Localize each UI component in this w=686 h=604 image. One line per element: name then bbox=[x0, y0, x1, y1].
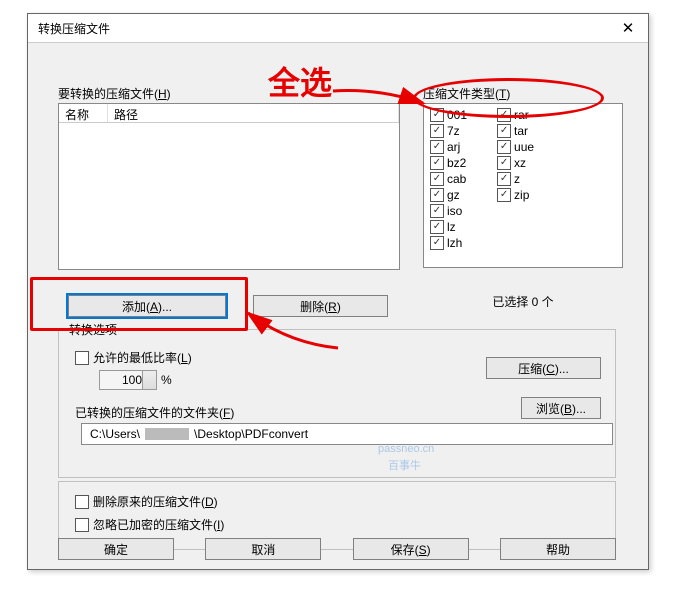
type-col-right: rar tar uue xz z zip bbox=[497, 108, 534, 252]
checkbox-icon[interactable] bbox=[430, 220, 444, 234]
type-label: 7z bbox=[447, 124, 460, 138]
checkbox-icon[interactable] bbox=[430, 172, 444, 186]
save-button[interactable]: 保存(S) bbox=[353, 538, 469, 560]
file-list-header: 名称 路径 bbox=[59, 104, 399, 123]
options-group: 转换选项 允许的最低比率(L) 100 % 已转换的压缩文件的文件夹(F) C:… bbox=[58, 329, 616, 478]
delete-button[interactable]: 删除(R) bbox=[253, 295, 388, 317]
type-001[interactable]: 001 bbox=[430, 108, 467, 122]
bottom-button-row: 确定 取消 保存(S) 帮助 bbox=[58, 538, 616, 560]
type-label: lzh bbox=[447, 236, 462, 250]
checkbox-icon[interactable] bbox=[430, 188, 444, 202]
checkbox-icon[interactable] bbox=[430, 140, 444, 154]
type-label: rar bbox=[514, 108, 529, 122]
file-list[interactable]: 名称 路径 bbox=[58, 103, 400, 270]
type-label: xz bbox=[514, 156, 526, 170]
type-lz[interactable]: lz bbox=[430, 220, 467, 234]
help-button[interactable]: 帮助 bbox=[500, 538, 616, 560]
type-tar[interactable]: tar bbox=[497, 124, 534, 138]
close-button[interactable]: ✕ bbox=[608, 14, 648, 42]
ignore-encrypted-checkbox[interactable] bbox=[75, 518, 89, 532]
col-path[interactable]: 路径 bbox=[108, 104, 399, 122]
type-z[interactable]: z bbox=[497, 172, 534, 186]
checkbox-icon[interactable] bbox=[497, 140, 511, 154]
titlebar: 转换压缩文件 ✕ bbox=[28, 14, 648, 43]
type-xz[interactable]: xz bbox=[497, 156, 534, 170]
ratio-checkbox[interactable] bbox=[75, 351, 89, 365]
type-gz[interactable]: gz bbox=[430, 188, 467, 202]
checkbox-icon[interactable] bbox=[497, 172, 511, 186]
checkbox-icon[interactable] bbox=[430, 204, 444, 218]
type-label: gz bbox=[447, 188, 460, 202]
type-zip[interactable]: zip bbox=[497, 188, 534, 202]
type-label: arj bbox=[447, 140, 460, 154]
type-label: 001 bbox=[447, 108, 467, 122]
type-label: bz2 bbox=[447, 156, 466, 170]
ok-button[interactable]: 确定 bbox=[58, 538, 174, 560]
files-label: 要转换的压缩文件(H) bbox=[58, 85, 171, 102]
checkbox-icon[interactable] bbox=[430, 156, 444, 170]
ratio-label: 允许的最低比率(L) bbox=[93, 349, 192, 366]
type-label: zip bbox=[514, 188, 529, 202]
checkbox-icon[interactable] bbox=[497, 124, 511, 138]
compress-button[interactable]: 压缩(C)... bbox=[486, 357, 601, 379]
ratio-value[interactable]: 100 bbox=[99, 370, 157, 390]
redacted-user bbox=[145, 428, 189, 440]
type-7z[interactable]: 7z bbox=[430, 124, 467, 138]
type-label: iso bbox=[447, 204, 462, 218]
browse-button[interactable]: 浏览(B)... bbox=[521, 397, 601, 419]
type-list[interactable]: 001 7z arj bz2 cab gz iso lz lzh rar tar uue xz z zip bbox=[423, 103, 623, 268]
type-arj[interactable]: arj bbox=[430, 140, 467, 154]
type-rar[interactable]: rar bbox=[497, 108, 534, 122]
ignore-encrypted-label: 忽略已加密的压缩文件(I) bbox=[93, 516, 224, 533]
ratio-percent: % bbox=[161, 373, 172, 387]
type-col-left: 001 7z arj bz2 cab gz iso lz lzh bbox=[430, 108, 467, 252]
type-lzh[interactable]: lzh bbox=[430, 236, 467, 250]
type-cab[interactable]: cab bbox=[430, 172, 467, 186]
checkbox-icon[interactable] bbox=[430, 108, 444, 122]
options-group-title: 转换选项 bbox=[65, 321, 121, 338]
add-button[interactable]: 添加(A)... bbox=[68, 295, 226, 317]
dialog-window: 转换压缩文件 ✕ 要转换的压缩文件(H) 名称 路径 压缩文件类型(T) 001… bbox=[27, 13, 649, 570]
close-icon: ✕ bbox=[622, 19, 635, 37]
annotation-select-all: 全选 bbox=[268, 58, 332, 104]
dialog-body: 要转换的压缩文件(H) 名称 路径 压缩文件类型(T) 001 7z arj bz2 c… bbox=[28, 43, 648, 570]
type-label: lz bbox=[447, 220, 456, 234]
type-label: cab bbox=[447, 172, 466, 186]
delete-original-label: 删除原来的压缩文件(D) bbox=[93, 493, 218, 510]
cancel-button[interactable]: 取消 bbox=[205, 538, 321, 560]
checkbox-icon[interactable] bbox=[497, 108, 511, 122]
type-label: z bbox=[514, 172, 520, 186]
type-label: uue bbox=[514, 140, 534, 154]
checkbox-icon[interactable] bbox=[497, 156, 511, 170]
type-uue[interactable]: uue bbox=[497, 140, 534, 154]
types-label: 压缩文件类型(T) bbox=[423, 85, 510, 102]
type-iso[interactable]: iso bbox=[430, 204, 467, 218]
dialog-title: 转换压缩文件 bbox=[38, 20, 110, 37]
folder-path-input[interactable]: C:\Users\\Desktop\PDFconvert bbox=[81, 423, 613, 445]
delete-original-checkbox[interactable] bbox=[75, 495, 89, 509]
selected-count: 已选择 0 个 bbox=[423, 293, 623, 310]
col-name[interactable]: 名称 bbox=[59, 104, 108, 122]
checkbox-icon[interactable] bbox=[430, 124, 444, 138]
type-label: tar bbox=[514, 124, 528, 138]
checkbox-icon[interactable] bbox=[430, 236, 444, 250]
checkbox-icon[interactable] bbox=[497, 188, 511, 202]
type-bz2[interactable]: bz2 bbox=[430, 156, 467, 170]
